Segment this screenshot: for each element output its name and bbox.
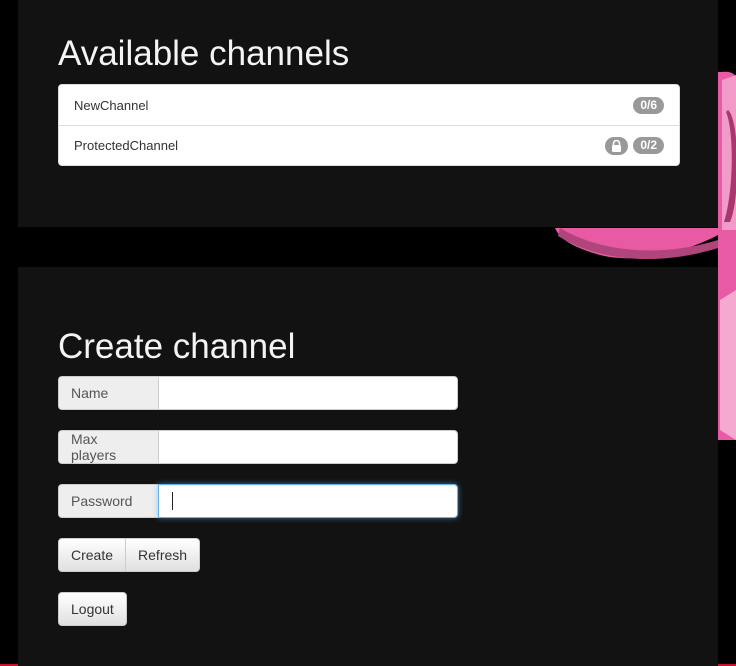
available-channels-panel: Available channels NewChannel 0/6 Protec… <box>18 0 718 227</box>
max-players-field-group: Max players <box>58 430 458 464</box>
create-button[interactable]: Create <box>58 538 127 572</box>
player-count-badge: 0/6 <box>633 96 664 114</box>
password-label: Password <box>58 484 158 518</box>
max-players-label: Max players <box>58 430 158 464</box>
name-input[interactable] <box>158 376 458 410</box>
channel-name: ProtectedChannel <box>74 138 179 153</box>
logout-button[interactable]: Logout <box>58 592 127 626</box>
available-channels-title: Available channels <box>58 34 350 73</box>
text-caret <box>172 492 173 510</box>
channel-item-protectedchannel[interactable]: ProtectedChannel 0/2 <box>59 125 679 165</box>
refresh-button[interactable]: Refresh <box>125 538 201 572</box>
create-refresh-button-group: Create Refresh <box>58 538 201 572</box>
player-count-badge: 0/2 <box>633 137 664 154</box>
password-input[interactable] <box>158 484 458 518</box>
lock-badge <box>605 136 629 155</box>
max-players-input[interactable] <box>158 430 458 464</box>
name-label: Name <box>58 376 158 410</box>
channel-meta: 0/6 <box>633 96 664 114</box>
create-channel-panel: Create channel Name Max players Password… <box>18 267 718 666</box>
lock-icon <box>612 139 622 152</box>
channel-item-newchannel[interactable]: NewChannel 0/6 <box>59 85 679 125</box>
password-field-group: Password <box>58 484 458 518</box>
name-field-group: Name <box>58 376 458 410</box>
channel-meta: 0/2 <box>605 136 664 155</box>
channel-list: NewChannel 0/6 ProtectedChannel 0/2 <box>58 84 680 166</box>
channel-name: NewChannel <box>74 97 149 113</box>
create-channel-title: Create channel <box>58 327 296 366</box>
